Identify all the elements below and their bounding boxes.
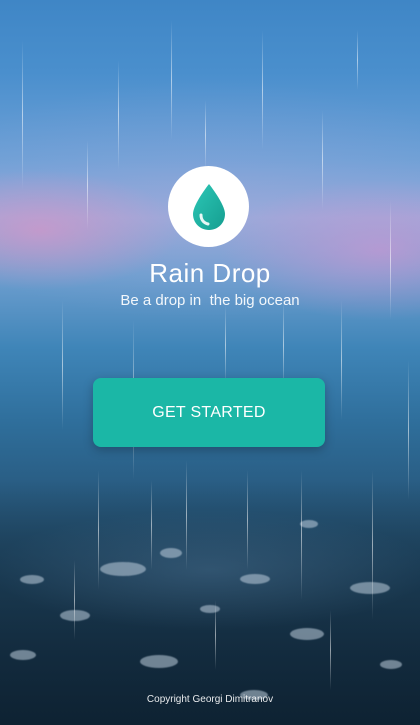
app-logo bbox=[168, 166, 249, 247]
splash-screen: Rain Drop Be a drop in the big ocean GET… bbox=[0, 0, 420, 725]
background-ground bbox=[0, 480, 420, 725]
copyright-text: Copyright Georgi Dimitranov bbox=[146, 694, 274, 705]
water-drop-icon bbox=[192, 183, 225, 230]
app-title: Rain Drop bbox=[149, 258, 271, 288]
app-tagline: Be a drop in the big ocean bbox=[120, 292, 300, 309]
get-started-button[interactable]: GET STARTED bbox=[93, 378, 325, 447]
